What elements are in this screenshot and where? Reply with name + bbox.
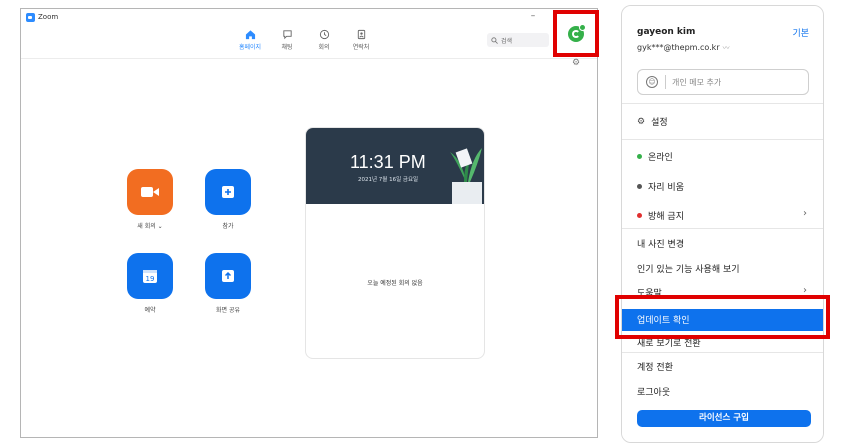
chat-icon <box>282 30 292 40</box>
tab-chat[interactable]: 채팅 <box>267 29 307 51</box>
gear-icon: ⚙ <box>637 116 646 127</box>
profile-dropdown-menu: gayeon kim 기본 gyk***@thepm.co.kr 〰 ☺ 개인 메… <box>621 5 824 443</box>
calendar-icon: 19 <box>143 270 157 283</box>
upcoming-meetings-card: 11:31 PM 2021년 7월 16일 금요일 오늘 예정된 회의 없음 <box>305 127 485 359</box>
share-screen-label: 화면 공유 <box>216 307 240 314</box>
menu-item-do-not-disturb[interactable]: 방해 금지 <box>637 209 684 222</box>
tab-contacts-label: 연락처 <box>352 44 370 51</box>
tab-home[interactable]: 홈페이지 <box>230 29 270 51</box>
join-button[interactable] <box>205 169 251 215</box>
update-highlight-box <box>615 295 830 339</box>
menu-item-away-label: 자리 비움 <box>648 183 684 193</box>
video-camera-icon <box>141 187 159 197</box>
home-icon <box>245 30 255 40</box>
personal-note-input[interactable]: ☺ 개인 메모 추가 <box>637 69 809 95</box>
schedule-label: 예약 <box>144 307 156 314</box>
do-not-disturb-icon <box>637 213 642 218</box>
menu-item-change-photo[interactable]: 내 사진 변경 <box>637 237 684 250</box>
current-time: 11:31 PM <box>350 152 426 172</box>
menu-item-switch-account[interactable]: 계정 전환 <box>637 360 673 373</box>
menu-item-logout-label: 로그아웃 <box>637 388 671 398</box>
menu-item-change-photo-label: 내 사진 변경 <box>637 240 685 250</box>
user-email-text: gyk***@thepm.co.kr <box>637 43 720 52</box>
menu-item-settings[interactable]: ⚙ 설정 <box>637 115 668 129</box>
join-label: 참가 <box>222 223 234 230</box>
menu-item-settings-label: 설정 <box>651 118 668 128</box>
smiley-icon[interactable]: ☺ <box>646 76 658 88</box>
zoom-logo-icon <box>26 12 35 22</box>
search-placeholder: 검색 <box>501 37 513 45</box>
buy-license-button[interactable]: 라이선스 구입 <box>637 410 811 427</box>
search-input[interactable]: 검색 <box>487 33 549 47</box>
tab-meetings-label: 회의 <box>318 44 330 51</box>
tab-chat-label: 채팅 <box>281 44 293 51</box>
share-up-arrow-icon <box>222 270 234 282</box>
schedule-button[interactable]: 19 <box>127 253 173 299</box>
tab-home-label: 홈페이지 <box>238 44 262 51</box>
menu-item-switch-account-label: 계정 전환 <box>637 363 673 373</box>
menu-item-try-features-label: 인기 있는 기능 사용해 보기 <box>637 265 740 275</box>
online-status-icon <box>637 154 642 159</box>
window-title: Zoom <box>38 13 59 21</box>
menu-item-online-label: 온라인 <box>648 153 673 163</box>
clock-icon <box>319 29 329 40</box>
calendar-day: 19 <box>146 275 155 283</box>
user-name: gayeon kim <box>637 27 696 37</box>
menu-item-logout[interactable]: 로그아웃 <box>637 385 670 398</box>
no-meetings-text: 오늘 예정된 회의 없음 <box>367 280 423 287</box>
tab-contacts[interactable]: 연락처 <box>341 29 381 51</box>
zoom-main-window: Zoom – □ × 홈페이지 채팅 회의 연락처 검색 ⚙ 새 회의 ⌄ <box>20 8 599 438</box>
tab-meetings[interactable]: 회의 <box>304 29 344 51</box>
chevron-right-icon: › <box>803 208 807 219</box>
away-clock-icon <box>637 184 642 189</box>
user-email: gyk***@thepm.co.kr 〰 <box>637 43 730 53</box>
settings-gear-icon[interactable]: ⚙ <box>572 58 580 68</box>
contacts-icon <box>357 29 365 40</box>
menu-item-dnd-label: 방해 금지 <box>648 212 684 222</box>
share-screen-button[interactable] <box>205 253 251 299</box>
plan-badge[interactable]: 기본 <box>792 26 809 39</box>
email-wave-icon: 〰 <box>722 44 730 52</box>
new-meeting-label: 새 회의 ⌄ <box>137 223 163 230</box>
search-icon <box>491 36 498 44</box>
new-meeting-button[interactable] <box>127 169 173 215</box>
plant-illustration-icon <box>450 148 482 204</box>
current-date: 2021년 7월 16일 금요일 <box>358 177 419 183</box>
menu-item-away[interactable]: 자리 비움 <box>637 180 684 193</box>
profile-avatar-highlight[interactable] <box>553 10 599 57</box>
menu-item-online[interactable]: 온라인 <box>637 150 673 163</box>
avatar[interactable] <box>568 23 586 42</box>
minimize-button[interactable]: – <box>526 9 540 25</box>
plus-icon <box>222 186 234 198</box>
menu-item-try-features[interactable]: 인기 있는 기능 사용해 보기 <box>637 262 740 275</box>
top-navigation: 홈페이지 채팅 회의 연락처 검색 <box>21 25 597 59</box>
title-bar: Zoom <box>21 9 597 25</box>
personal-note-placeholder: 개인 메모 추가 <box>672 77 722 87</box>
